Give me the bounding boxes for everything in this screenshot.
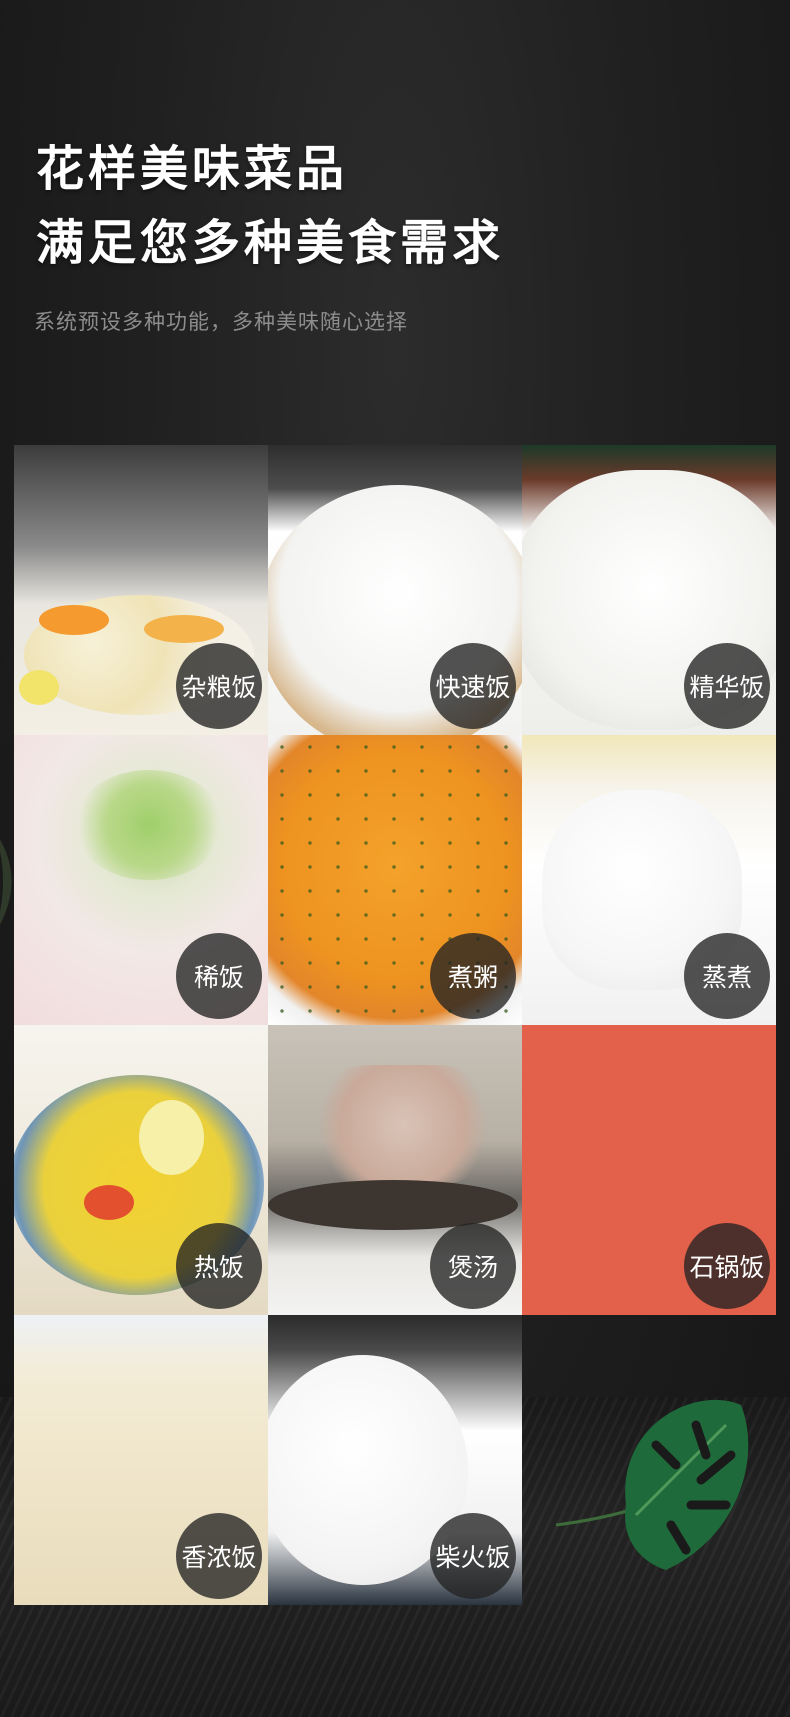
menu-tile-quick-rice[interactable]: 快速饭 [268,445,522,735]
menu-label: 蒸煮 [684,933,770,1019]
menu-label: 热饭 [176,1223,262,1309]
menu-label: 精华饭 [684,643,770,729]
menu-label: 香浓饭 [176,1513,262,1599]
menu-tile-fragrant-rice[interactable]: 香浓饭 [14,1315,268,1605]
menu-tile-mixed-grain-rice[interactable]: 杂粮饭 [14,445,268,735]
monstera-leaf-icon [556,1399,749,1570]
menu-label: 石锅饭 [684,1223,770,1309]
menu-tile-firewood-rice[interactable]: 柴火饭 [268,1315,522,1605]
menu-label: 快速饭 [430,643,516,729]
title-line-2: 满足您多种美食需求 [36,215,505,271]
menu-tile-essence-rice[interactable]: 精华饭 [522,445,776,735]
menu-label: 稀饭 [176,933,262,1019]
menu-tile-porridge[interactable]: 煮粥 [268,735,522,1025]
menu-tile-soup[interactable]: 煲汤 [268,1025,522,1315]
menu-label: 煲汤 [430,1223,516,1309]
title-line-1: 花样美味菜品 [36,141,349,197]
page-subtitle: 系统预设多种功能，多种美味随心选择 [34,310,408,334]
menu-tile-reheat[interactable]: 热饭 [14,1025,268,1315]
menu-label: 柴火饭 [430,1513,516,1599]
menu-tile-congee[interactable]: 稀饭 [14,735,268,1025]
menu-label: 杂粮饭 [176,643,262,729]
menu-tile-steam[interactable]: 蒸煮 [522,735,776,1025]
menu-label: 煮粥 [430,933,516,1019]
page-title: 花样美味菜品 满足您多种美食需求 [36,132,504,280]
menu-tile-stone-pot-rice[interactable]: 石锅饭 [522,1025,776,1315]
page: 花样美味菜品 满足您多种美食需求 系统预设多种功能，多种美味随心选择 杂粮饭 快… [0,0,790,1717]
